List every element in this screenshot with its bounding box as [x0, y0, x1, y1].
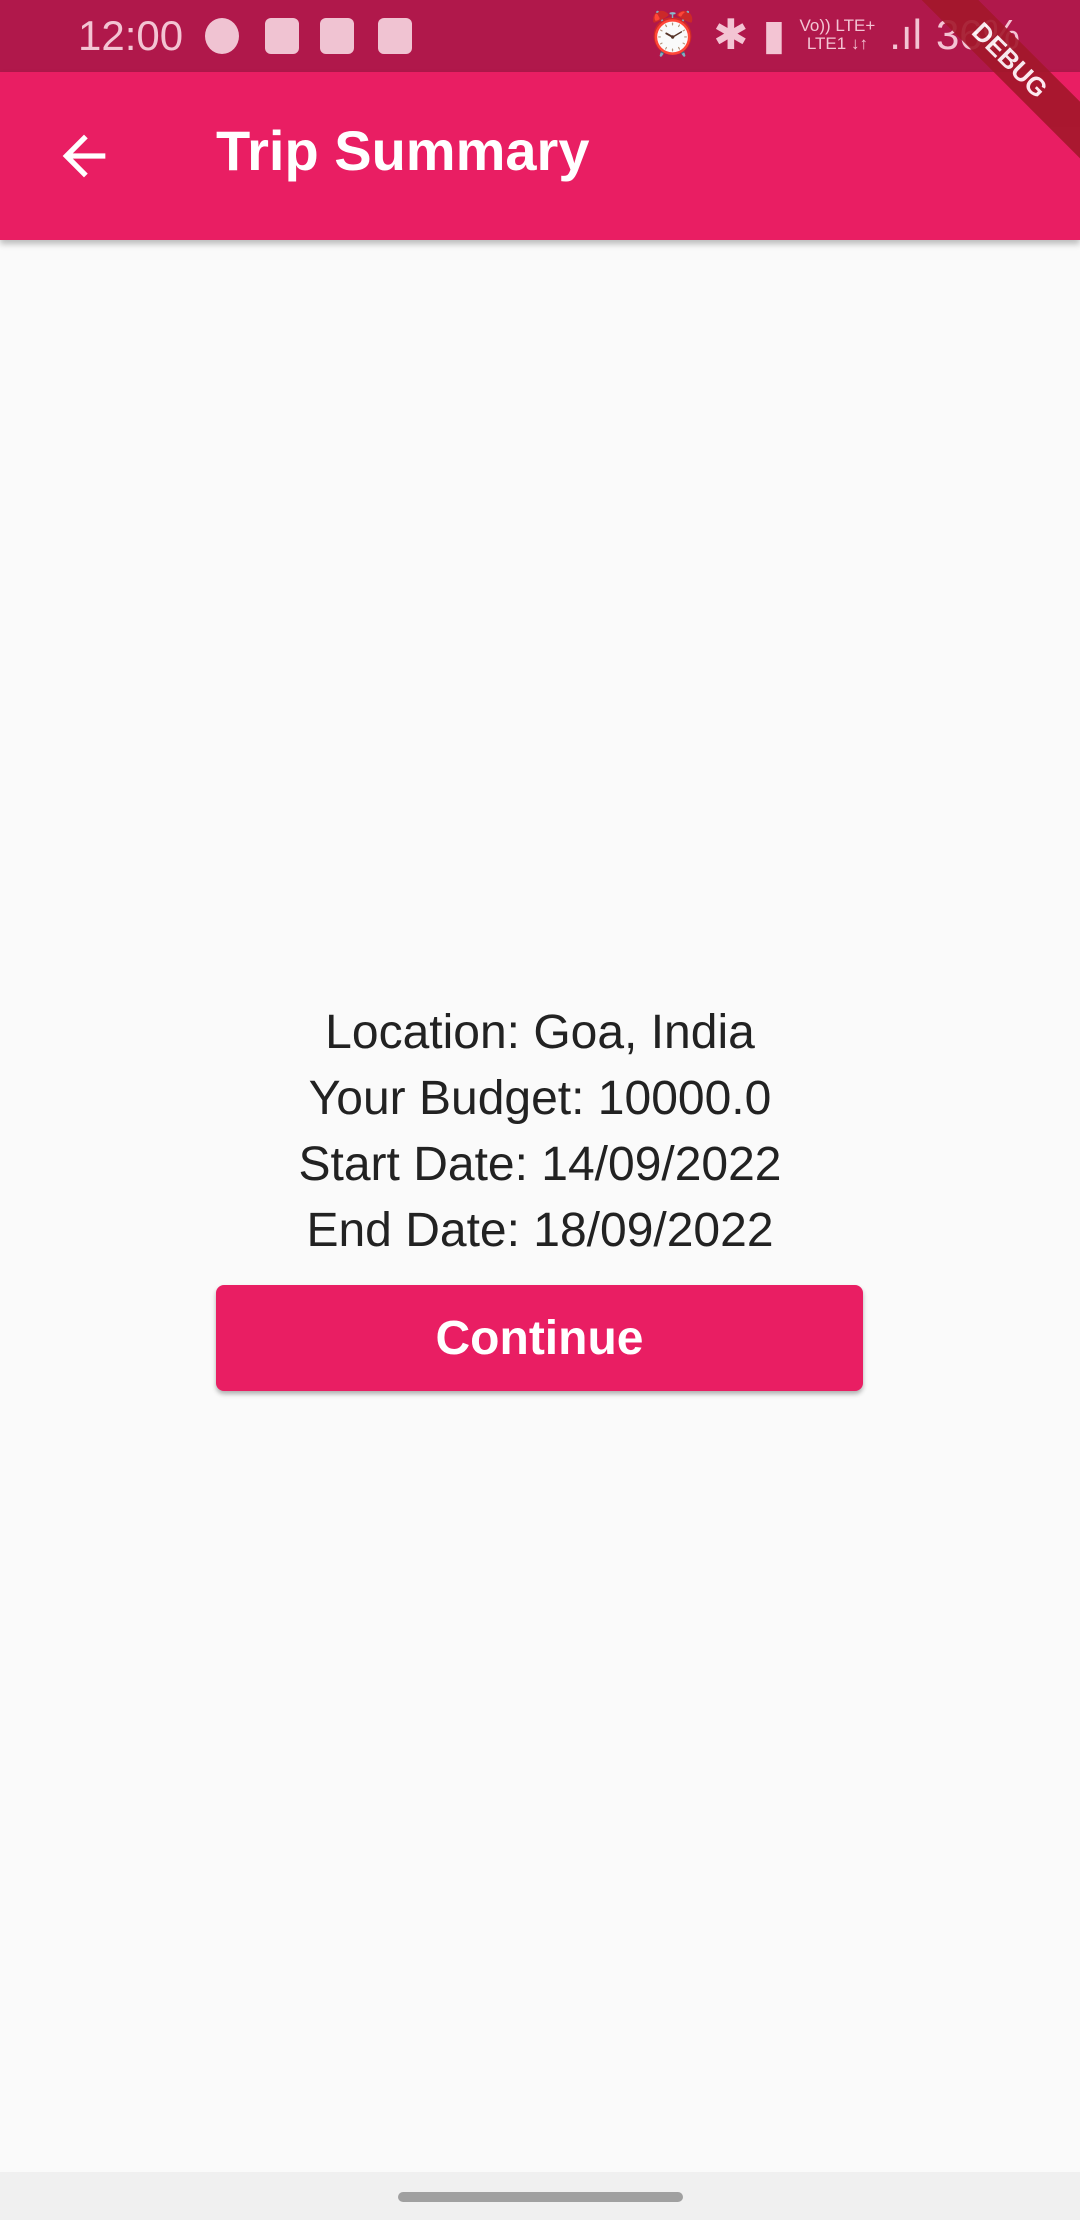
- battery-saver-icon: ▮: [762, 11, 786, 58]
- budget-text: Your Budget: 10000.0: [308, 1072, 772, 1125]
- spotify-icon: [205, 18, 239, 54]
- back-arrow-icon[interactable]: [52, 124, 116, 188]
- alarm-icon: ⏰: [646, 10, 700, 57]
- clock-app-icon: [265, 18, 299, 54]
- end-date-text: End Date: 18/09/2022: [306, 1204, 774, 1257]
- continue-button[interactable]: Continue: [216, 1285, 863, 1391]
- gallery-icon: [320, 18, 354, 54]
- location-text: Location: Goa, India: [325, 1006, 755, 1059]
- bluetooth-icon: ✱: [713, 11, 749, 58]
- navigation-bar: [0, 2172, 1080, 2220]
- start-date-text: Start Date: 14/09/2022: [298, 1138, 782, 1191]
- app-bar: Trip Summary: [0, 72, 1080, 240]
- status-bar: 12:00 ⏰ ✱ ▮ Vo)) LTE+LTE1 ↓↑ .ıl 36%: [0, 0, 1080, 72]
- wifi-hotspot-icon: [378, 18, 412, 54]
- trip-summary: Location: Goa, India Your Budget: 10000.…: [0, 1000, 1080, 1264]
- home-gesture-handle[interactable]: [398, 2192, 683, 2202]
- status-time: 12:00: [78, 12, 184, 59]
- network-indicator: Vo)) LTE+ LTE1 ↓↑: [799, 15, 876, 53]
- signal-icon: .ıl: [889, 10, 922, 58]
- page-title: Trip Summary: [216, 119, 590, 182]
